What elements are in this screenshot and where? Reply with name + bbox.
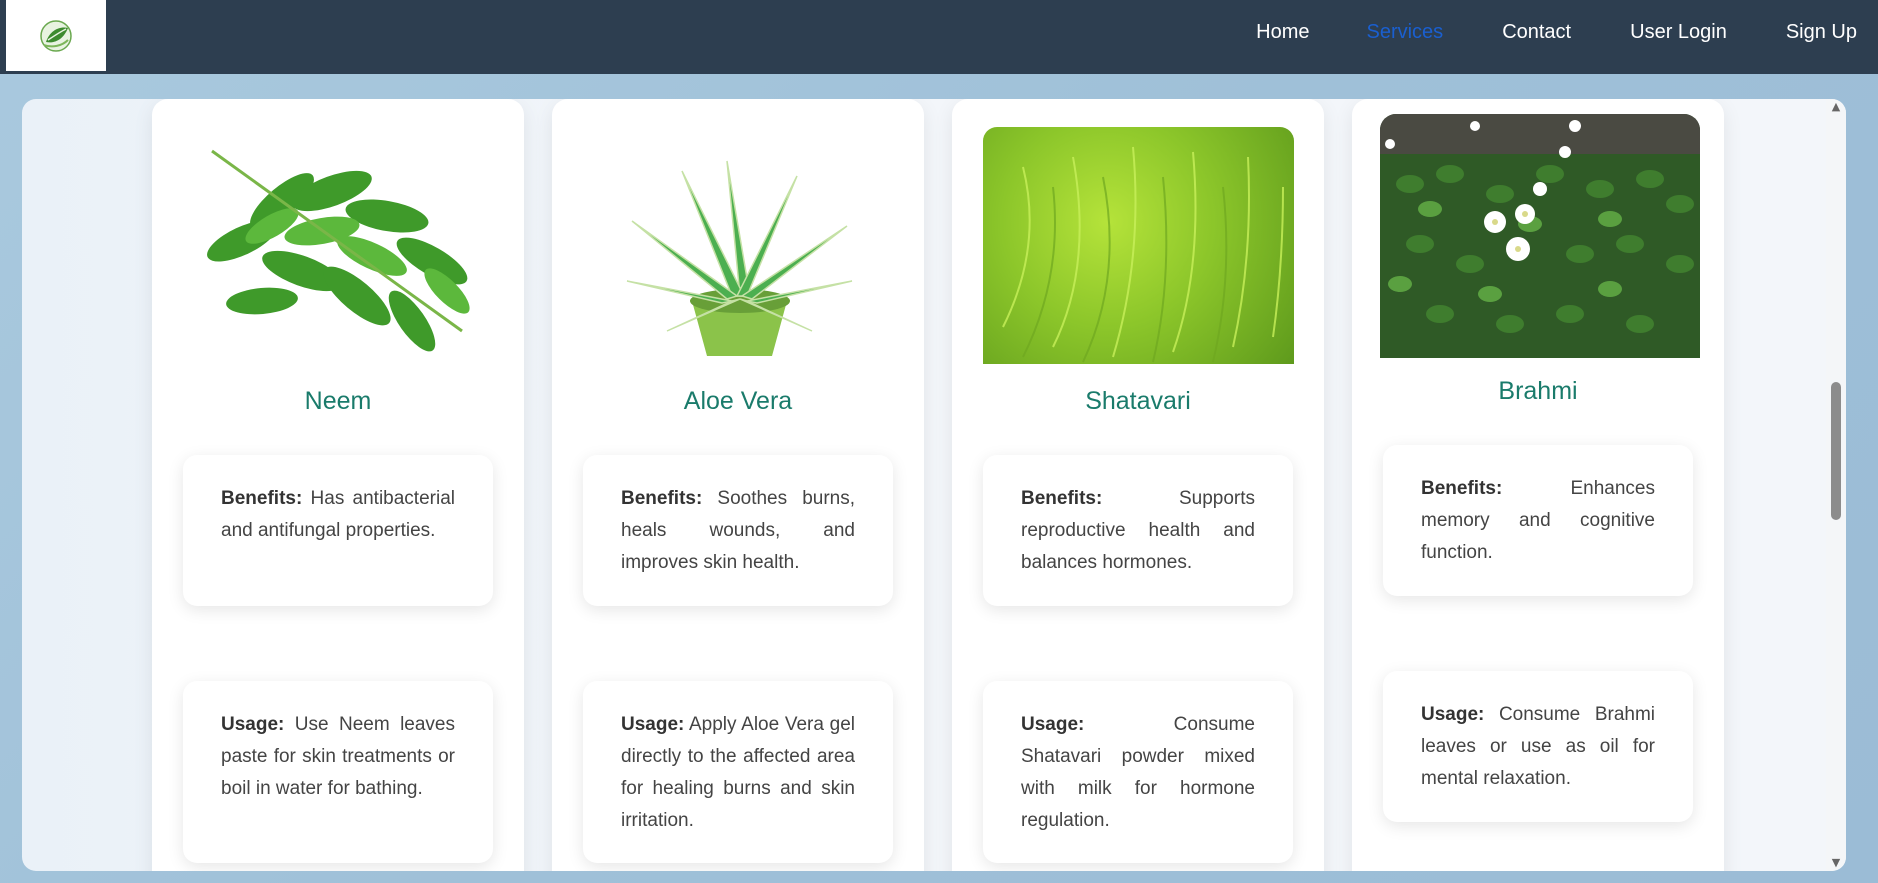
- usage-label: Usage:: [1021, 714, 1085, 735]
- scroll-down-arrow-icon[interactable]: ▼: [1829, 857, 1843, 869]
- scroll-thumb[interactable]: [1831, 382, 1841, 520]
- usage-box: Usage: Apply Aloe Vera gel directly to t…: [583, 681, 893, 863]
- neem-leaves-image: [182, 131, 494, 361]
- navbar: Home Services Contact User Login Sign Up: [0, 0, 1878, 74]
- benefits-box: Benefits: Enhances memory and cognitive …: [1383, 445, 1693, 596]
- plant-name: Neem: [304, 387, 372, 415]
- usage-box: Usage: Consume Shatavari powder mixed wi…: [983, 681, 1293, 863]
- benefits-label: Benefits:: [621, 488, 703, 509]
- logo[interactable]: [6, 0, 106, 71]
- plant-card-shatavari: Shatavari Benefits: Supports reproductiv…: [952, 99, 1324, 871]
- scroll-up-arrow-icon[interactable]: ▲: [1829, 101, 1843, 113]
- nav-sign-up-link[interactable]: Sign Up: [1786, 21, 1857, 44]
- leaf-logo-icon: [40, 19, 72, 52]
- plant-name: Shatavari: [1085, 387, 1191, 415]
- benefits-label: Benefits:: [1021, 488, 1103, 509]
- usage-label: Usage:: [1421, 704, 1485, 725]
- usage-box: Usage: Use Neem leaves paste for skin tr…: [183, 681, 493, 863]
- plant-name: Aloe Vera: [683, 387, 793, 415]
- services-panel: Neem Benefits: Has antibacterial and ant…: [22, 99, 1846, 871]
- plant-card-aloe-vera: Aloe Vera Benefits: Soothes burns, heals…: [552, 99, 924, 871]
- shatavari-plant-image: [983, 127, 1294, 364]
- usage-label: Usage:: [221, 714, 285, 735]
- benefits-label: Benefits:: [1421, 478, 1503, 499]
- benefits-box: Benefits: Has antibacterial and antifung…: [183, 455, 493, 606]
- nav-home-link[interactable]: Home: [1256, 21, 1309, 44]
- brahmi-plant-image: [1380, 114, 1700, 358]
- vertical-scrollbar[interactable]: ▲ ▼: [1826, 99, 1846, 871]
- benefits-box: Benefits: Soothes burns, heals wounds, a…: [583, 455, 893, 606]
- nav-contact-link[interactable]: Contact: [1502, 21, 1571, 44]
- plant-card-neem: Neem Benefits: Has antibacterial and ant…: [152, 99, 524, 871]
- benefits-label: Benefits:: [221, 488, 303, 509]
- plant-name: Brahmi: [1498, 377, 1578, 405]
- plant-card-brahmi: Brahmi Benefits: Enhances memory and cog…: [1352, 99, 1724, 871]
- nav-links: Home Services Contact User Login Sign Up: [1256, 0, 1878, 65]
- benefits-box: Benefits: Supports reproductive health a…: [983, 455, 1293, 606]
- usage-label: Usage:: [621, 714, 685, 735]
- nav-user-login-link[interactable]: User Login: [1630, 21, 1727, 44]
- nav-services-link[interactable]: Services: [1366, 21, 1443, 44]
- usage-box: Usage: Consume Brahmi leaves or use as o…: [1383, 671, 1693, 822]
- aloe-vera-plant-image: [612, 131, 864, 361]
